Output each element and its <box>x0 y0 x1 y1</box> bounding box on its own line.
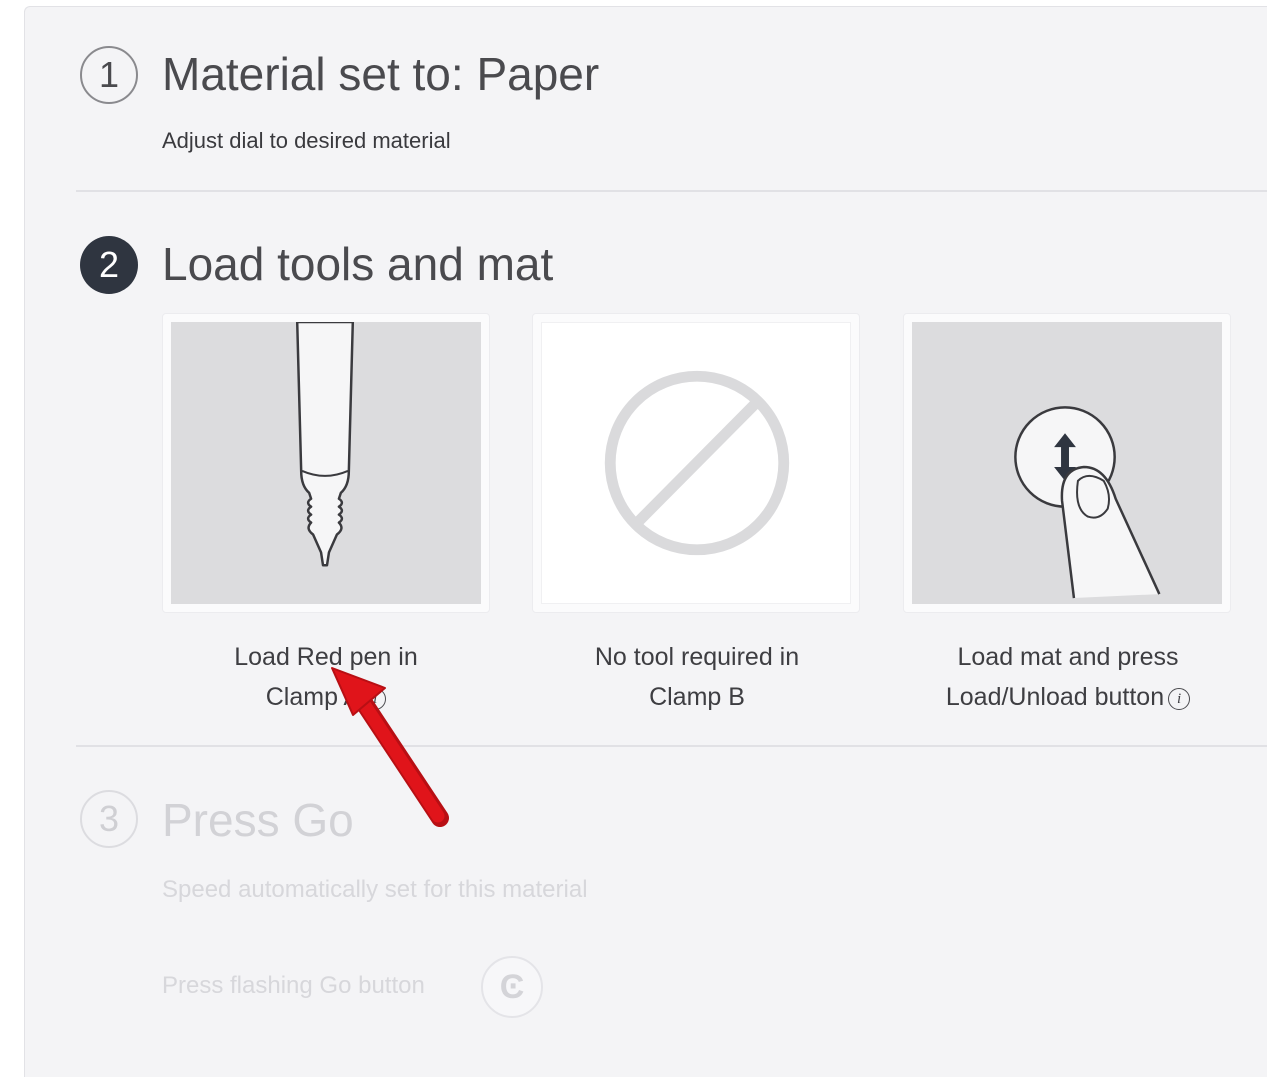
caption-line: Load Red pen in <box>234 643 418 671</box>
go-prompt: Press flashing Go button <box>162 972 425 999</box>
caption-line: Clamp B <box>649 683 745 711</box>
no-tool-icon <box>541 322 851 604</box>
step-3-title: Press Go <box>162 794 354 846</box>
tool-card-clamp-b-caption: No tool required in Clamp B <box>527 637 867 717</box>
step-3-subtitle: Speed automatically set for this materia… <box>162 876 588 903</box>
step-1-number: 1 <box>80 46 138 104</box>
info-icon[interactable]: i <box>1168 688 1191 710</box>
pen-icon <box>171 322 481 604</box>
tool-card-clamp-a-caption: Load Red pen in Clamp Ai <box>156 637 496 717</box>
divider <box>76 190 1267 192</box>
info-icon[interactable]: i <box>364 688 387 710</box>
tool-card-clamp-b[interactable] <box>532 313 860 613</box>
caption-line: Clamp A <box>265 683 361 711</box>
load-button-press-icon <box>912 322 1222 604</box>
caption-line: Load/Unload button <box>945 683 1165 711</box>
caption-line: Load mat and press <box>957 643 1179 671</box>
caption-line: No tool required in <box>594 643 800 671</box>
go-button[interactable]: Ͼ <box>481 956 543 1018</box>
divider <box>76 745 1267 747</box>
step-2-number: 2 <box>80 236 138 294</box>
tool-card-clamp-a[interactable] <box>162 313 490 613</box>
step-2-title: Load tools and mat <box>162 238 554 290</box>
tool-card-load-mat[interactable] <box>903 313 1231 613</box>
go-icon: Ͼ <box>499 967 525 1006</box>
step-1-title: Material set to: Paper <box>162 48 600 100</box>
tool-card-load-mat-caption: Load mat and press Load/Unload button i <box>898 637 1238 717</box>
step-1-subtitle: Adjust dial to desired material <box>162 128 451 153</box>
step-3-number: 3 <box>80 790 138 848</box>
